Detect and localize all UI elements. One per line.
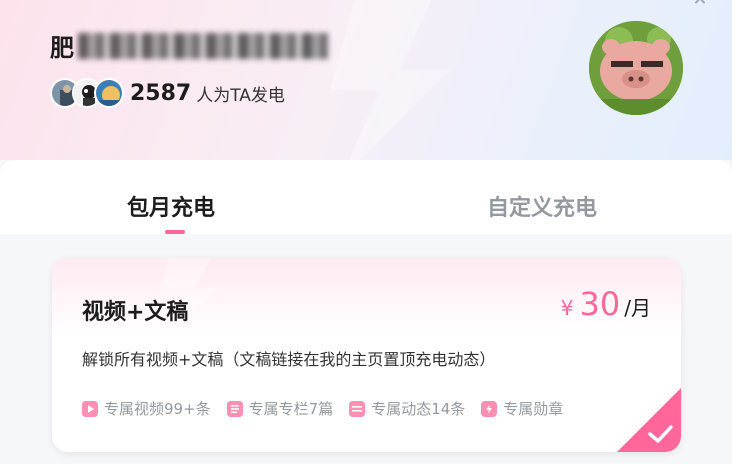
post-icon	[349, 400, 366, 417]
perk-label: 专属专栏7篇	[248, 400, 334, 418]
perk-label: 专属视频99+条	[104, 400, 211, 418]
perk-label: 专属动态14条	[371, 400, 466, 418]
supporter-avatar	[94, 78, 124, 108]
perk-label: 专属勋章	[503, 400, 564, 418]
perk-item: 专属视频99+条	[82, 398, 211, 419]
article-icon	[226, 400, 243, 417]
tab-bar: 包月充电 自定义充电	[0, 160, 732, 234]
price-unit: /月	[624, 296, 651, 320]
supporter-count: 2587	[130, 80, 192, 106]
badge-icon	[481, 400, 498, 417]
bolt-watermark-icon	[330, 0, 450, 160]
tab-monthly[interactable]: 包月充电	[127, 190, 215, 222]
creator-name: 肥	[50, 28, 328, 64]
active-tab-indicator	[165, 230, 185, 234]
tab-custom[interactable]: 自定义充电	[487, 190, 597, 222]
supporters-row: 2587 人为TA发电	[50, 76, 285, 110]
perk-item: 专属专栏7篇	[226, 398, 334, 419]
plan-card[interactable]: 视频+文稿 ¥30/月 解锁所有视频+文稿（文稿链接在我的主页置顶充电动态） 专…	[52, 258, 681, 452]
close-icon[interactable]: ✕	[688, 0, 712, 9]
price-amount: 30	[579, 285, 621, 323]
creator-avatar[interactable]	[589, 21, 683, 115]
plan-price: ¥30/月	[561, 285, 651, 323]
perk-item: 专属勋章	[481, 398, 563, 419]
video-icon	[82, 400, 98, 417]
currency-symbol: ¥	[560, 296, 574, 320]
perk-list: 专属视频99+条 专属专栏7篇 专属动态14条 专属勋章	[82, 398, 579, 419]
supporter-label: 人为TA发电	[196, 85, 285, 106]
creator-header: ✕ 肥 2587 人为TA发电	[0, 0, 732, 160]
plan-title: 视频+文稿	[82, 300, 189, 325]
blurred-name	[78, 32, 328, 59]
perk-item: 专属动态14条	[349, 398, 465, 419]
creator-name-text: 肥	[50, 34, 74, 62]
selected-check-icon	[617, 388, 681, 452]
plan-description: 解锁所有视频+文稿（文稿链接在我的主页置顶充电动态）	[82, 350, 496, 369]
